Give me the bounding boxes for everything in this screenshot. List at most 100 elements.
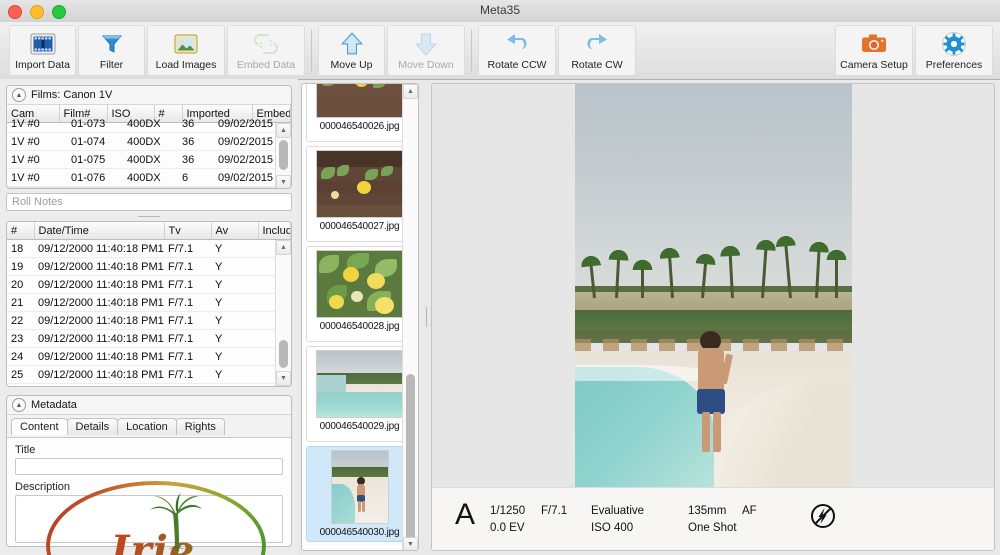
table-row[interactable]: 25 09/12/2000 11:40:18 PM1/640 F/7.1 Y bbox=[7, 365, 291, 384]
tab-details[interactable]: Details bbox=[66, 418, 119, 435]
scroll-up-icon[interactable]: ▲ bbox=[276, 123, 291, 138]
table-row[interactable]: 1V #0 01-074 400DX 36 09/02/2015 Yes bbox=[7, 133, 291, 151]
cell-num: 25 bbox=[7, 365, 34, 384]
list-item[interactable]: 000046540026.jpg bbox=[306, 84, 413, 142]
arrows-swap-icon bbox=[253, 30, 279, 58]
preferences-button[interactable]: Preferences bbox=[915, 25, 993, 76]
exif-exposure-comp: 0.0 EV bbox=[490, 522, 525, 534]
table-row[interactable]: 26 09/12/2000 11:40:18 PM1/1000 F/7.1 Y bbox=[7, 383, 291, 386]
tab-location[interactable]: Location bbox=[117, 418, 177, 435]
exif-bar: A 1/1250 0.0 EV F/7.1 Evaluative ISO 400… bbox=[432, 487, 994, 550]
metadata-panel-header[interactable]: ▲ Metadata bbox=[7, 396, 291, 415]
list-item[interactable]: 000046540030.jpg bbox=[306, 446, 413, 542]
cell-datetime: 09/12/2000 11:40:18 PM1/125 bbox=[34, 329, 164, 348]
table-row[interactable]: 18 09/12/2000 11:40:18 PM1/20 F/7.1 Y bbox=[7, 239, 291, 258]
collapse-triangle-icon[interactable]: ▲ bbox=[12, 88, 26, 102]
table-row[interactable]: 23 09/12/2000 11:40:18 PM1/125 F/7.1 Y bbox=[7, 329, 291, 348]
scroll-up-icon[interactable]: ▲ bbox=[403, 84, 418, 99]
cell-datetime: 09/12/2000 11:40:18 PM1/640 bbox=[34, 365, 164, 384]
cell-av: F/7.1 bbox=[164, 347, 211, 366]
films-scrollbar[interactable]: ▲ ▼ bbox=[275, 123, 291, 188]
cell-iso: 400DX bbox=[123, 187, 178, 188]
scrollbar-thumb[interactable] bbox=[279, 140, 288, 170]
frames-col-datetime[interactable]: Date/Time bbox=[34, 222, 165, 240]
main-splitter-handle[interactable] bbox=[423, 83, 429, 551]
frames-col-tv[interactable]: Tv bbox=[164, 222, 212, 240]
table-row[interactable]: 1V #0 01-075 400DX 36 09/02/2015 Yes bbox=[7, 151, 291, 169]
cell-av: F/7.1 bbox=[164, 275, 211, 294]
cell-tv-inline: 1/125 bbox=[157, 350, 164, 363]
cell-datetime-text: 09/12/2000 11:40:18 PM bbox=[38, 350, 158, 363]
thumbnail-label: 000046540029.jpg bbox=[319, 421, 400, 432]
table-row[interactable]: 19 09/12/2000 11:40:18 PM1/640 F/7.1 Y bbox=[7, 257, 291, 276]
frames-table-wrap: # Date/Time Tv Av Include 18 09/12/2000 … bbox=[7, 222, 291, 386]
table-row[interactable]: 1V #0 01-077 400DX 27 09/02/2015 Yes bbox=[7, 187, 291, 188]
funnel-icon bbox=[100, 30, 124, 58]
embed-data-button[interactable]: Embed Data bbox=[227, 25, 305, 76]
frames-col-num[interactable]: # bbox=[7, 222, 35, 240]
cell-num: 23 bbox=[7, 329, 34, 348]
flash-off-icon bbox=[811, 504, 835, 528]
frames-col-av[interactable]: Av bbox=[211, 222, 259, 240]
thumbnail-list[interactable]: 000046540026.jpg 000046540027.jpg 000046… bbox=[301, 83, 419, 551]
metadata-tabs: Content Details Location Rights bbox=[7, 415, 291, 438]
list-item[interactable]: 000046540028.jpg bbox=[306, 246, 413, 342]
scroll-down-icon[interactable]: ▼ bbox=[276, 175, 291, 188]
scroll-up-icon[interactable]: ▲ bbox=[276, 240, 291, 255]
scroll-down-icon[interactable]: ▼ bbox=[276, 371, 291, 386]
films-panel-header[interactable]: ▲ Films: Canon 1V bbox=[7, 86, 291, 105]
cell-film: 01-074 bbox=[67, 133, 123, 151]
roll-notes-input[interactable]: Roll Notes bbox=[6, 193, 292, 211]
cell-iso: 400DX bbox=[123, 133, 178, 151]
tab-content[interactable]: Content bbox=[11, 418, 68, 435]
rotate-ccw-button[interactable]: Rotate CCW bbox=[478, 25, 556, 76]
cell-num: 20 bbox=[7, 275, 34, 294]
table-row[interactable]: 1V #0 01-073 400DX 36 09/02/2015 Yes bbox=[7, 115, 291, 133]
scrollbar-thumb[interactable] bbox=[279, 340, 288, 368]
load-images-button[interactable]: Load Images bbox=[147, 25, 225, 76]
table-row[interactable]: 21 09/12/2000 11:40:18 PM1/500 F/7.1 Y bbox=[7, 293, 291, 312]
camera-setup-label: Camera Setup bbox=[840, 59, 908, 71]
table-row[interactable]: 22 09/12/2000 11:40:18 PM1/320 F/7.1 Y bbox=[7, 311, 291, 330]
tab-rights[interactable]: Rights bbox=[175, 418, 225, 435]
title-field[interactable] bbox=[15, 458, 283, 475]
load-images-label: Load Images bbox=[155, 59, 217, 71]
list-item[interactable]: 000046540027.jpg bbox=[306, 146, 413, 242]
cell-datetime-text: 09/12/2000 11:40:18 PM bbox=[38, 332, 158, 345]
left-column: ▲ Films: Canon 1V Cam Film# ISO # Import… bbox=[0, 79, 298, 555]
cell-tv-inline: 1/640 bbox=[157, 368, 164, 381]
toolbar-group-data: Import Data Filter Load Images Embed Dat… bbox=[8, 25, 306, 76]
cell-datetime: 09/12/2000 11:40:18 PM1/320 bbox=[34, 311, 164, 330]
left-splitter-handle[interactable] bbox=[0, 212, 298, 221]
scrollbar-thumb[interactable] bbox=[406, 374, 415, 544]
camera-setup-button[interactable]: Camera Setup bbox=[835, 25, 913, 76]
cell-film: 01-077 bbox=[67, 187, 123, 188]
thumbnail-scrollbar[interactable]: ▲ ▼ bbox=[402, 84, 418, 550]
exif-metering: Evaluative bbox=[591, 505, 645, 517]
move-up-button[interactable]: Move Up bbox=[318, 25, 385, 76]
frames-scrollbar[interactable]: ▲ ▼ bbox=[275, 240, 291, 386]
cell-num: 24 bbox=[7, 347, 34, 366]
cell-datetime-text: 09/12/2000 11:40:18 PM bbox=[38, 278, 158, 291]
photo-icon bbox=[173, 30, 199, 58]
window-title: Meta35 bbox=[479, 3, 521, 17]
table-row[interactable]: 1V #0 01-076 400DX 6 09/02/2015 Yes bbox=[7, 169, 291, 187]
cell-datetime: 09/12/2000 11:40:18 PM1/640 bbox=[34, 257, 164, 276]
rotate-cw-icon bbox=[583, 30, 611, 58]
frames-panel: # Date/Time Tv Av Include 18 09/12/2000 … bbox=[6, 221, 292, 387]
table-row[interactable]: 24 09/12/2000 11:40:18 PM1/125 F/7.1 Y bbox=[7, 347, 291, 366]
description-field[interactable] bbox=[15, 495, 283, 543]
import-data-button[interactable]: Import Data bbox=[9, 25, 76, 76]
table-row[interactable]: 20 09/12/2000 11:40:18 PM1/125 F/7.1 Y bbox=[7, 275, 291, 294]
toolbar-separator bbox=[471, 29, 472, 72]
frames-col-include[interactable]: Include bbox=[258, 222, 291, 240]
camera-icon bbox=[860, 30, 888, 58]
filter-button[interactable]: Filter bbox=[78, 25, 145, 76]
move-down-button[interactable]: Move Down bbox=[387, 25, 465, 76]
preview-image[interactable] bbox=[575, 84, 852, 488]
scroll-down-icon[interactable]: ▼ bbox=[403, 537, 418, 550]
preferences-label: Preferences bbox=[925, 59, 983, 71]
collapse-triangle-icon[interactable]: ▲ bbox=[12, 398, 26, 412]
list-item[interactable]: 000046540029.jpg bbox=[306, 346, 413, 442]
rotate-cw-button[interactable]: Rotate CW bbox=[558, 25, 636, 76]
